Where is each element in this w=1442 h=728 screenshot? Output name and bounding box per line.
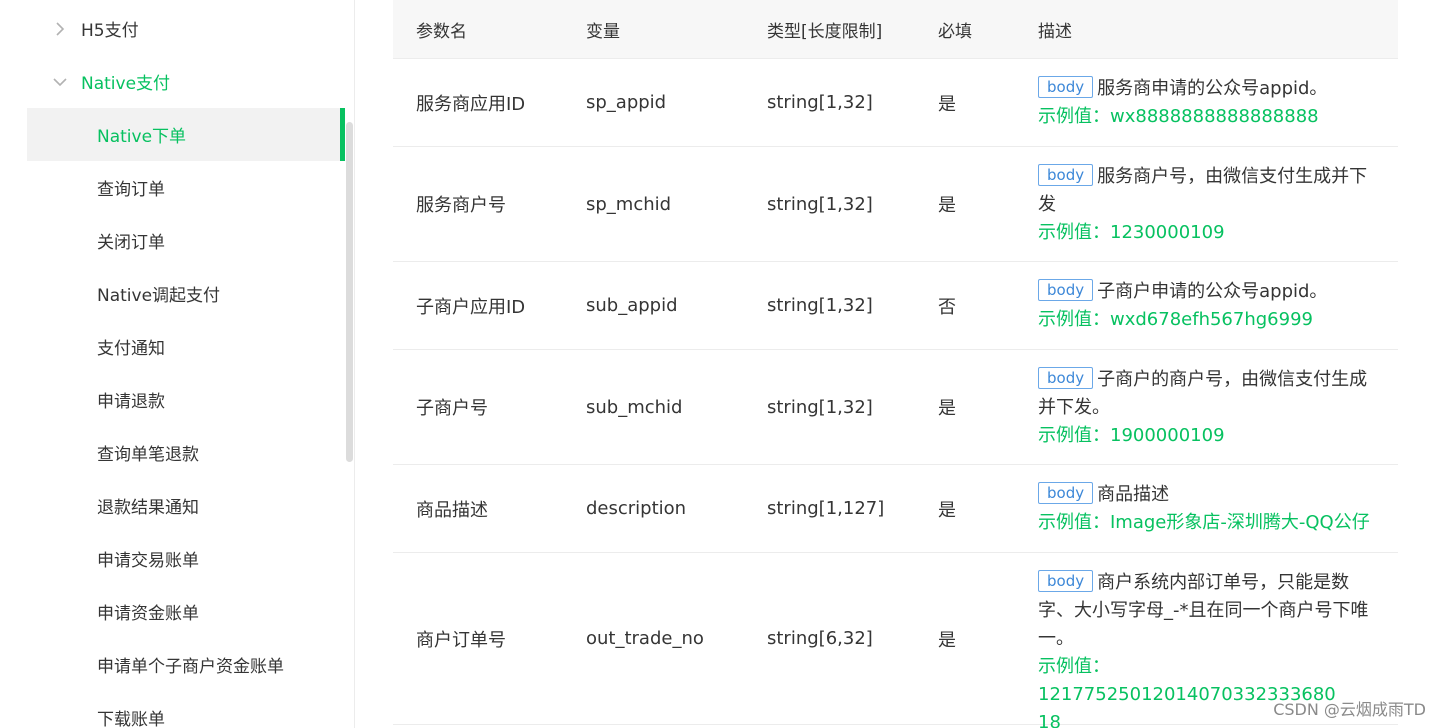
example-value: 示例值：1230000109 — [1038, 222, 1225, 243]
param-required: 是 — [938, 629, 956, 651]
param-type: string[1,32] — [767, 396, 873, 418]
sidebar-item-pay-notify[interactable]: 支付通知 — [27, 320, 345, 373]
param-required: 是 — [938, 499, 956, 521]
param-variable: description — [586, 498, 687, 519]
param-variable: sp_appid — [586, 92, 667, 113]
sidebar-item-label: Native调起支付 — [97, 286, 221, 306]
sidebar-item-label: 关闭订单 — [97, 233, 165, 253]
sidebar-item-native-invoke[interactable]: Native调起支付 — [27, 267, 345, 320]
app-root: H5支付 Native支付 Native下单 查询订单 关闭订单 Native调… — [0, 0, 1442, 728]
sidebar-item-label: 下载账单 — [97, 710, 165, 728]
sidebar-group-label: H5支付 — [81, 21, 139, 41]
desc-line: 服务商申请的公众号appid。 — [1097, 78, 1328, 99]
example-value: 示例值：1900000109 — [1038, 425, 1225, 446]
param-required: 是 — [938, 195, 956, 216]
param-name: 子商户号 — [416, 398, 488, 419]
sidebar-item-close-order[interactable]: 关闭订单 — [27, 214, 345, 267]
sidebar-item-label: 支付通知 — [97, 339, 165, 359]
sidebar-item-label: Native下单 — [97, 127, 187, 147]
sidebar-group-label: Native支付 — [81, 74, 171, 94]
param-description: body 子商户申请的公众号appid。 示例值：wxd678efh567hg69… — [1038, 278, 1383, 334]
desc-line: 子商户的商户号，由微信支付生成 — [1097, 369, 1368, 390]
sidebar-item-refund[interactable]: 申请退款 — [27, 373, 345, 426]
param-required: 是 — [938, 93, 956, 115]
param-description: body 商品描述 示例值：Image形象店-深圳腾大-QQ公仔 — [1038, 481, 1383, 537]
sidebar-item-label: 申请退款 — [97, 392, 165, 412]
sidebar-group-h5[interactable]: H5支付 — [0, 2, 345, 55]
sidebar-item-label: 查询单笔退款 — [97, 445, 199, 465]
header-type: 类型[长度限制] — [767, 22, 883, 42]
sidebar-item-label: 申请单个子商户资金账单 — [97, 657, 284, 677]
body-tag: body — [1038, 570, 1094, 592]
param-variable: sub_appid — [586, 295, 678, 316]
sidebar-item-label: 查询订单 — [97, 180, 165, 200]
header-param-name: 参数名 — [416, 22, 467, 42]
sidebar-item-label: 申请资金账单 — [97, 604, 199, 624]
desc-line: 服务商户号，由微信支付生成并下 — [1097, 166, 1368, 187]
param-name: 商户订单号 — [416, 629, 506, 651]
example-value: 示例值：wx8888888888888888 — [1038, 106, 1319, 127]
desc-line: 子商户申请的公众号appid。 — [1097, 281, 1328, 302]
desc-line: 一。 — [1038, 628, 1074, 649]
table-row: 服务商应用ID sp_appid string[1,32] 是 body 服务商申… — [393, 59, 1398, 147]
param-variable: out_trade_no — [586, 628, 704, 649]
body-tag: body — [1038, 76, 1094, 98]
desc-line: 商户系统内部订单号，只能是数 — [1097, 572, 1350, 593]
sidebar-nav: H5支付 Native支付 Native下单 查询订单 关闭订单 Native调… — [0, 0, 355, 728]
chevron-right-icon — [50, 19, 70, 39]
table-row: 服务商户号 sp_mchid string[1,32] 是 body 服务商户号，… — [393, 147, 1398, 262]
sidebar-item-refund-notify[interactable]: 退款结果通知 — [27, 479, 345, 532]
example-value: 示例值：Image形象店-深圳腾大-QQ公仔 — [1038, 512, 1370, 533]
body-tag: body — [1038, 367, 1094, 389]
param-name: 服务商应用ID — [416, 93, 526, 115]
body-tag: body — [1038, 279, 1094, 301]
table-header: 参数名 变量 类型[长度限制] 必填 描述 — [393, 0, 1398, 59]
header-variable: 变量 — [586, 22, 620, 42]
desc-line: 字、大小写字母_-*且在同一个商户号下唯 — [1038, 600, 1369, 621]
chevron-down-icon — [50, 72, 70, 92]
sidebar-item-query-refund[interactable]: 查询单笔退款 — [27, 426, 345, 479]
sidebar-item-sub-fund-bill[interactable]: 申请单个子商户资金账单 — [27, 638, 345, 691]
header-description: 描述 — [1038, 22, 1072, 42]
active-indicator — [340, 108, 345, 161]
param-type: string[1,32] — [767, 193, 873, 215]
param-required: 否 — [938, 296, 956, 318]
sidebar-scrollbar[interactable] — [346, 122, 353, 462]
watermark: CSDN @云烟成雨TD — [1273, 700, 1426, 719]
table-row: 商品描述 description string[1,127] 是 body 商品描… — [393, 465, 1398, 553]
param-description: body 服务商户号，由微信支付生成并下 发 示例值：1230000109 — [1038, 163, 1383, 247]
param-type: string[1,127] — [767, 498, 885, 519]
sidebar-item-query-order[interactable]: 查询订单 — [27, 161, 345, 214]
table-row: 子商户号 sub_mchid string[1,32] 是 body 子商户的商户… — [393, 350, 1398, 465]
header-required: 必填 — [938, 22, 972, 42]
param-table: 参数名 变量 类型[长度限制] 必填 描述 服务商应用ID sp_appid s… — [393, 0, 1398, 728]
desc-line: 并下发。 — [1038, 397, 1110, 418]
desc-line: 发 — [1038, 194, 1056, 215]
sidebar-item-label: 退款结果通知 — [97, 498, 199, 518]
body-tag: body — [1038, 164, 1094, 186]
sidebar-item-trade-bill[interactable]: 申请交易账单 — [27, 532, 345, 585]
param-required: 是 — [938, 398, 956, 419]
param-name: 服务商户号 — [416, 195, 506, 216]
param-type: string[1,32] — [767, 92, 873, 113]
sidebar-item-download-bill[interactable]: 下载账单 — [27, 691, 345, 728]
param-type: string[6,32] — [767, 628, 873, 649]
sidebar-item-native-order[interactable]: Native下单 — [27, 108, 345, 161]
sidebar-group-native[interactable]: Native支付 — [0, 55, 345, 108]
param-variable: sub_mchid — [586, 396, 683, 418]
sidebar-item-fund-bill[interactable]: 申请资金账单 — [27, 585, 345, 638]
desc-line: 商品描述 — [1097, 484, 1170, 505]
param-name: 子商户应用ID — [416, 296, 526, 318]
param-type: string[1,32] — [767, 295, 873, 316]
sidebar-item-label: 申请交易账单 — [97, 551, 199, 571]
example-value: 示例值：wxd678efh567hg6999 — [1038, 309, 1313, 330]
table-row: 商户订单号 out_trade_no string[6,32] 是 body 商户… — [393, 553, 1398, 728]
table-row: 子商户应用ID sub_appid string[1,32] 否 body 子商户… — [393, 262, 1398, 350]
param-variable: sp_mchid — [586, 193, 672, 215]
param-name: 商品描述 — [416, 499, 488, 521]
param-description: body 服务商申请的公众号appid。 示例值：wx88888888888888… — [1038, 75, 1383, 131]
param-description: body 子商户的商户号，由微信支付生成 并下发。 示例值：1900000109 — [1038, 366, 1383, 450]
body-tag: body — [1038, 482, 1094, 504]
